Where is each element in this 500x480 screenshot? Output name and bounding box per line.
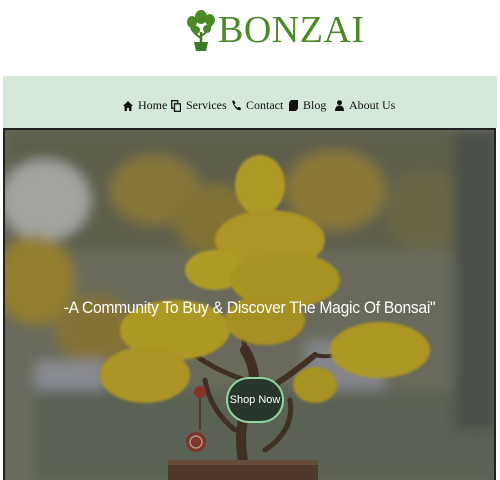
- document-icon: [289, 100, 298, 111]
- nav-item-about-us[interactable]: About Us: [335, 98, 395, 113]
- nav-label-services: Services: [186, 98, 227, 112]
- hero-tagline: -A Community To Buy & Discover The Magic…: [63, 298, 436, 317]
- site-logo[interactable]: BONZAI: [186, 8, 365, 52]
- nav-item-contact[interactable]: Contact: [231, 98, 283, 113]
- nav-list: Home Services Contact Blog About Us: [3, 76, 497, 128]
- nav-item-home[interactable]: Home: [123, 98, 167, 113]
- main-navbar: Home Services Contact Blog About Us: [3, 76, 497, 128]
- user-icon: [335, 100, 344, 111]
- phone-icon: [232, 100, 241, 111]
- nav-item-services[interactable]: Services: [171, 98, 227, 113]
- site-header: BONZAI: [0, 0, 500, 76]
- shop-now-button[interactable]: Shop Now: [226, 377, 284, 423]
- hero-section: -A Community To Buy & Discover The Magic…: [3, 128, 496, 480]
- copy-icon: [171, 99, 181, 112]
- nav-label-about-us: About Us: [349, 98, 396, 112]
- nav-label-blog: Blog: [303, 98, 327, 112]
- nav-label-home: Home: [138, 98, 168, 112]
- nav-item-blog[interactable]: Blog: [289, 98, 326, 113]
- home-icon: [123, 100, 133, 111]
- brand-name: BONZAI: [218, 9, 365, 51]
- nav-label-contact: Contact: [246, 98, 284, 112]
- bonsai-tree-icon: [187, 10, 215, 51]
